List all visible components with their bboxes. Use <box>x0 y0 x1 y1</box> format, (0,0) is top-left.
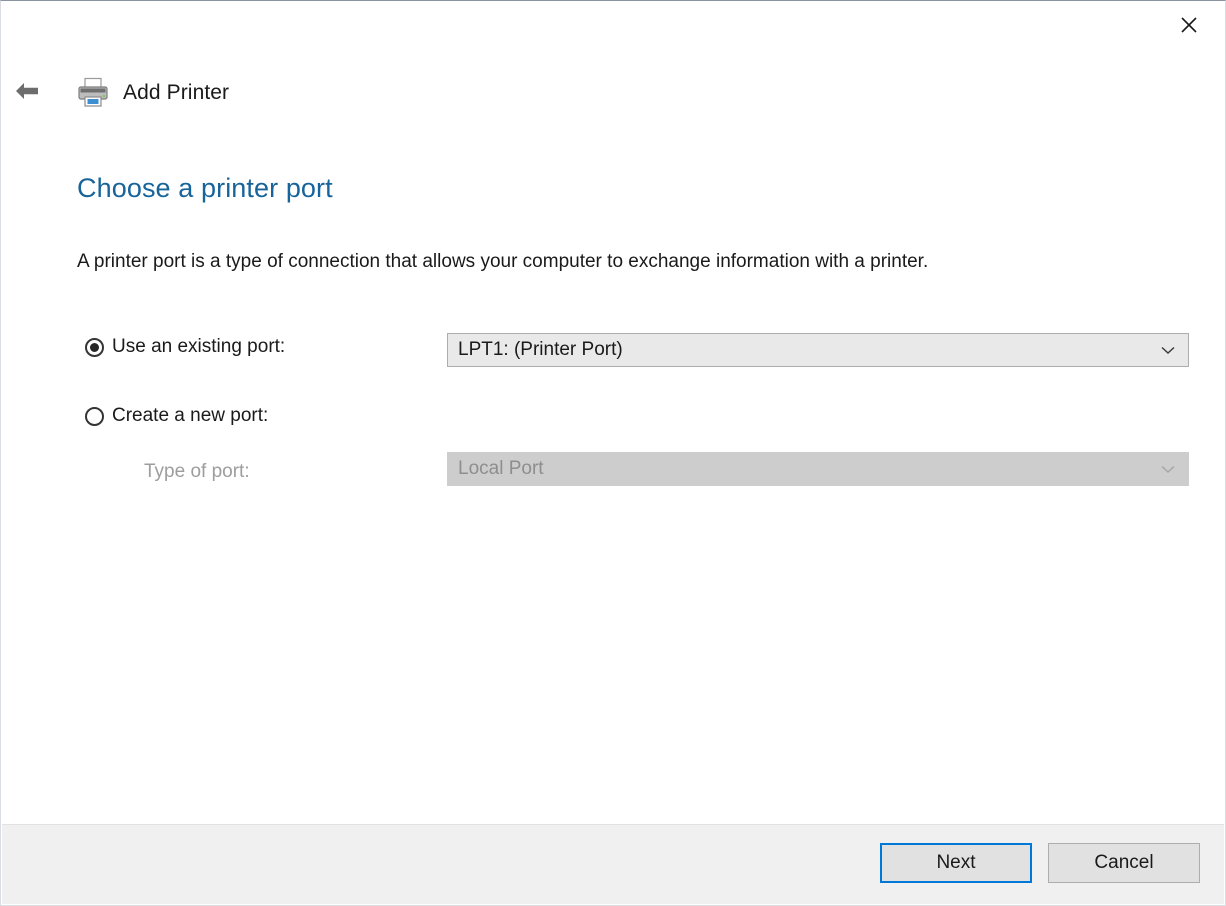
next-button[interactable]: Next <box>880 843 1032 883</box>
page-description: A printer port is a type of connection t… <box>77 251 929 272</box>
use-existing-port-row[interactable]: Use an existing port: <box>85 336 285 358</box>
port-type-dropdown: Local Port <box>447 452 1189 486</box>
radio-use-existing-port[interactable] <box>85 337 104 357</box>
add-printer-wizard-window: Add Printer Choose a printer port A prin… <box>0 0 1226 906</box>
radio-create-new-port[interactable] <box>85 406 104 426</box>
chevron-down-icon[interactable] <box>1148 334 1188 366</box>
printer-icon <box>71 69 115 117</box>
window-title: Add Printer <box>123 81 230 104</box>
back-arrow-icon <box>13 80 41 107</box>
cancel-button[interactable]: Cancel <box>1048 843 1200 883</box>
type-of-port-label: Type of port: <box>144 461 250 482</box>
existing-port-dropdown[interactable]: LPT1: (Printer Port) <box>447 333 1189 367</box>
radio-use-existing-port-label: Use an existing port: <box>112 336 286 357</box>
footer-button-group: Next Cancel <box>880 843 1200 883</box>
chevron-down-icon <box>1148 453 1188 485</box>
radio-create-new-port-label: Create a new port: <box>112 405 269 426</box>
create-new-port-row[interactable]: Create a new port: <box>85 405 268 427</box>
close-icon <box>1179 15 1199 35</box>
dialog-footer: Next Cancel <box>2 824 1224 904</box>
wizard-title-bar: Add Printer <box>1 69 229 117</box>
page-title: Choose a printer port <box>77 173 333 203</box>
close-button[interactable] <box>1154 2 1224 48</box>
existing-port-selected-value: LPT1: (Printer Port) <box>458 339 623 360</box>
port-type-selected-value: Local Port <box>458 458 544 479</box>
back-button[interactable] <box>1 69 53 117</box>
